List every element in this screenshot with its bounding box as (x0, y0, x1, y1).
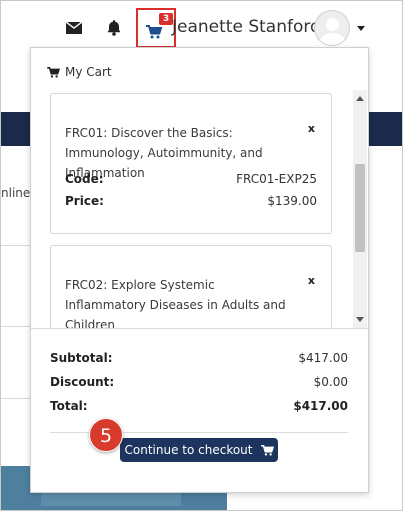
subtotal-label: Subtotal: (50, 351, 113, 365)
cart-dropdown: My Cart FRC01: Discover the Basics: Immu… (30, 47, 369, 493)
scrollbar-thumb[interactable] (355, 164, 365, 252)
avatar[interactable] (314, 10, 350, 46)
cart-item: FRC01: Discover the Basics: Immunology, … (50, 93, 332, 234)
item-code-row: Code: FRC01-EXP25 (65, 172, 317, 186)
mail-icon[interactable] (66, 22, 82, 34)
scrollbar[interactable] (353, 90, 367, 328)
user-name[interactable]: Jeanette Stanford (172, 17, 321, 37)
shopping-cart-icon (47, 66, 60, 78)
item-price-value: $139.00 (267, 194, 317, 208)
cart-items-list[interactable]: FRC01: Discover the Basics: Immunology, … (31, 90, 368, 328)
item-code-label: Code: (65, 172, 104, 186)
background-text: nline (1, 186, 31, 200)
background-divider (1, 326, 31, 327)
total-label: Total: (50, 399, 88, 413)
continue-to-checkout-button[interactable]: Continue to checkout (120, 438, 278, 462)
total-row: Total: $417.00 (50, 399, 348, 413)
cart-button[interactable]: 3 (136, 8, 176, 48)
remove-item-button[interactable]: x (308, 274, 315, 287)
total-value: $417.00 (293, 399, 348, 413)
discount-value: $0.00 (313, 375, 348, 389)
step-number-badge: 5 (89, 418, 123, 452)
item-price-row: Price: $139.00 (65, 194, 317, 208)
bell-icon[interactable] (107, 20, 121, 36)
subtotal-row: Subtotal: $417.00 (50, 351, 348, 365)
checkout-button-label: Continue to checkout (124, 443, 253, 457)
page-header-band (366, 112, 402, 146)
item-code-value: FRC01-EXP25 (236, 172, 317, 186)
discount-label: Discount: (50, 375, 115, 389)
chevron-down-icon[interactable] (357, 26, 365, 31)
divider (31, 328, 368, 329)
cart-count-badge: 3 (159, 13, 173, 25)
cart-item: FRC02: Explore Systemic Inflammatory Dis… (50, 245, 332, 328)
cart-header: My Cart (47, 65, 112, 79)
page-header-band (1, 112, 32, 146)
cart-header-label: My Cart (65, 65, 112, 79)
avatar-body-shape (320, 33, 345, 45)
item-price-label: Price: (65, 194, 104, 208)
shopping-cart-icon (146, 24, 163, 39)
subtotal-value: $417.00 (298, 351, 348, 365)
avatar-head-shape (326, 18, 339, 31)
background-divider (1, 398, 31, 399)
discount-row: Discount: $0.00 (50, 375, 348, 389)
remove-item-button[interactable]: x (308, 122, 315, 135)
background-divider (1, 245, 31, 246)
item-title: FRC02: Explore Systemic Inflammatory Dis… (65, 278, 286, 328)
scroll-up-arrow-icon[interactable] (356, 96, 364, 101)
shopping-cart-icon (260, 444, 274, 456)
scroll-down-arrow-icon[interactable] (356, 317, 364, 322)
